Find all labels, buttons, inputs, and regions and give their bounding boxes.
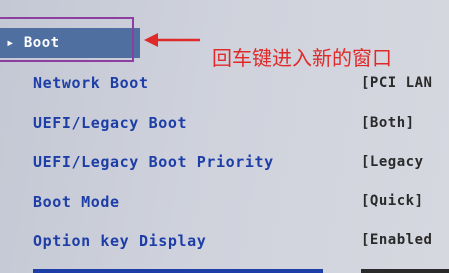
bios-screen: ▸ Boot 回车键进入新的窗口 Network Boot [PCI LAN U… [0,0,449,273]
menu-value-uefi-legacy-boot-priority[interactable]: [Legacy [361,154,424,170]
annotation-text: 回车键进入新的窗口 [212,46,392,70]
menu-value-uefi-legacy-boot[interactable]: [Both] [361,115,415,131]
menu-value-option-key-display[interactable]: [Enabled [361,232,432,248]
menu-value-network-boot[interactable]: [PCI LAN [361,75,432,91]
menu-item-uefi-legacy-boot-priority[interactable]: UEFI/Legacy Boot Priority [33,153,274,171]
menu-item-uefi-legacy-boot[interactable]: UEFI/Legacy Boot [33,114,187,132]
menu-value-boot-mode[interactable]: [Quick] [361,193,424,209]
menu-item-option-key-display[interactable]: Option key Display [33,232,206,250]
menu-item-partially-visible [33,262,323,273]
arrow-left-icon [144,33,200,47]
menu-value-partially-visible [361,262,449,273]
annotation-highlight-box [0,17,134,62]
menu-item-boot-mode[interactable]: Boot Mode [33,193,120,211]
menu-item-network-boot[interactable]: Network Boot [33,74,149,92]
